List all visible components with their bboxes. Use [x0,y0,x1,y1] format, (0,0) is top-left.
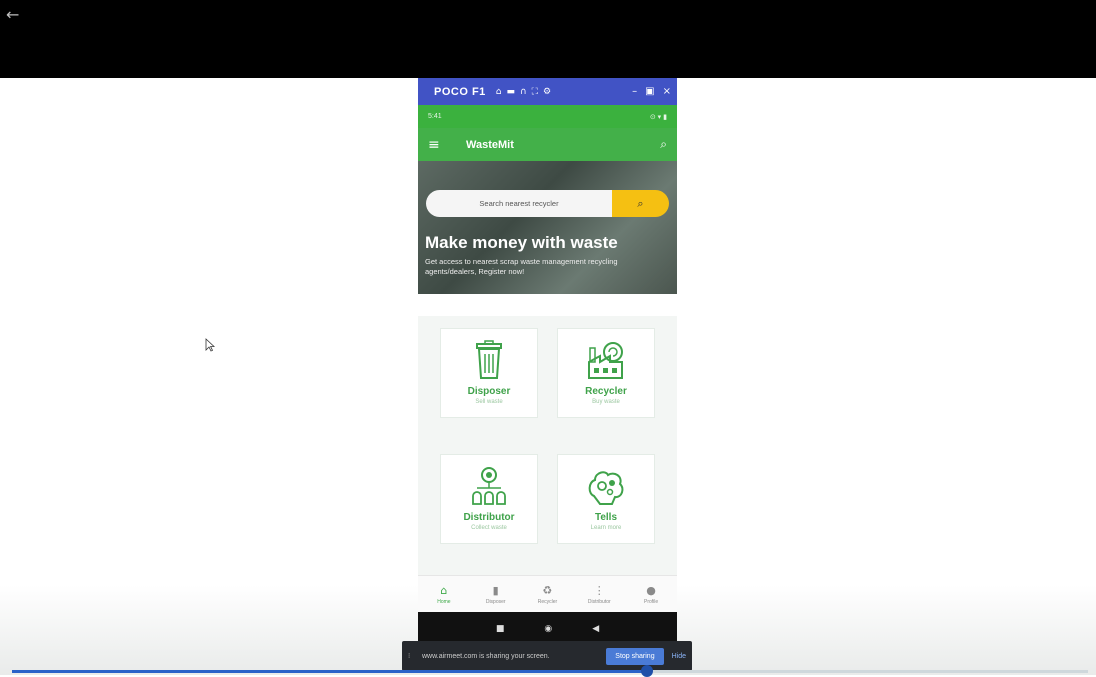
trash-bin-icon [476,340,502,379]
card-sublabel: Sell waste [475,399,503,405]
nav-item-distributor[interactable]: ⋮ Distributor [573,576,625,612]
drag-grip-icon[interactable]: ⁞ [408,652,416,660]
nav-label: Disposer [485,598,506,605]
phone-mirror-window: POCO F1 ⌂ ▬ ∩ ⛶ ⚙ – ▣ × 5:41 ⊙ ▾ ▮ ≡ Was… [418,78,677,645]
minimize-button[interactable]: – [632,86,637,97]
nav-label: Distributor [587,598,611,605]
status-icons: ⊙ ▾ ▮ [649,113,667,121]
card-label: Disposer [467,386,511,397]
bin-icon: ▮ [492,583,499,597]
fullscreen-icon[interactable]: ⛶ [532,87,538,97]
brain-gears-icon [588,471,624,505]
card-tells[interactable]: Tells Learn more [557,454,655,544]
card-sublabel: Collect waste [471,525,507,531]
card-sublabel: Buy waste [592,399,620,405]
profile-icon: ● [646,583,656,597]
card-sublabel: Learn more [590,525,622,531]
role-card-grid: Disposer Sell waste Recycler Buy waste D… [418,316,677,576]
share-message: www.airmeet.com is sharing your screen. [422,652,550,660]
card-label: Recycler [585,386,627,397]
nav-item-profile[interactable]: ● Profile [625,576,677,612]
nav-item-recycler[interactable]: ♻ Recycler [522,576,574,612]
card-label: Distributor [463,512,515,523]
system-home-icon[interactable]: ◉ [544,624,552,634]
video-top-bar: ← [0,0,1096,78]
bottom-navigation: ⌂ Home ▮ Disposer ♻ Recycler ⋮ Distribut… [418,575,677,612]
hero-title: Make money with waste [425,233,618,252]
status-time: 5:41 [428,113,442,120]
back-arrow-icon[interactable]: ← [6,6,24,24]
card-distributor[interactable]: Distributor Collect waste [440,454,538,544]
settings-icon[interactable]: ⚙ [543,87,551,97]
hero-subtitle: Get access to nearest scrap waste manage… [425,257,618,276]
home-icon[interactable]: ⌂ [496,87,502,97]
system-back-icon[interactable]: ◀ [592,624,599,634]
card-recycler[interactable]: Recycler Buy waste [557,328,655,418]
search-icon[interactable]: ⌕ [660,137,667,152]
maximize-icon[interactable]: ▣ [645,86,654,97]
nav-label: Home [437,598,451,605]
search-button[interactable]: ⌕ [612,190,669,217]
mirror-window-titlebar: POCO F1 ⌂ ▬ ∩ ⛶ ⚙ – ▣ × [418,78,677,105]
nav-item-disposer[interactable]: ▮ Disposer [470,576,522,612]
close-button[interactable]: × [663,86,671,97]
recycling-factory-icon [588,342,623,379]
app-bar: ≡ WasteMit ⌕ [418,128,677,161]
app-title: WasteMit [466,138,514,151]
stop-sharing-button[interactable]: Stop sharing [606,647,664,665]
mouse-cursor-icon [205,338,215,352]
distributor-icon [472,467,506,505]
video-seek-bar[interactable] [12,665,1088,677]
recycler-search: Search nearest recycler ⌕ [426,190,669,217]
card-disposer[interactable]: Disposer Sell waste [440,328,538,418]
nav-label: Recycler [537,598,558,605]
nav-label: Profile [643,598,659,605]
search-input[interactable]: Search nearest recycler [426,190,612,217]
phone-status-bar: 5:41 ⊙ ▾ ▮ [418,105,677,128]
distributor-nav-icon: ⋮ [593,583,605,597]
nav-item-home[interactable]: ⌂ Home [418,576,470,612]
seek-handle[interactable] [640,665,653,677]
hamburger-menu-icon[interactable]: ≡ [428,137,448,153]
camera-icon[interactable]: ▬ [507,87,516,97]
home-icon: ⌂ [440,583,448,597]
recent-apps-icon[interactable]: ■ [496,624,505,634]
headset-icon[interactable]: ∩ [520,87,527,97]
recycle-icon: ♻ [542,583,553,597]
device-name: POCO F1 [434,85,486,98]
card-label: Tells [594,512,618,523]
hero-banner: Search nearest recycler ⌕ Make money wit… [418,161,677,294]
magnifier-icon: ⌕ [637,196,644,210]
seek-progress [12,670,647,673]
hide-button[interactable]: Hide [672,653,686,660]
